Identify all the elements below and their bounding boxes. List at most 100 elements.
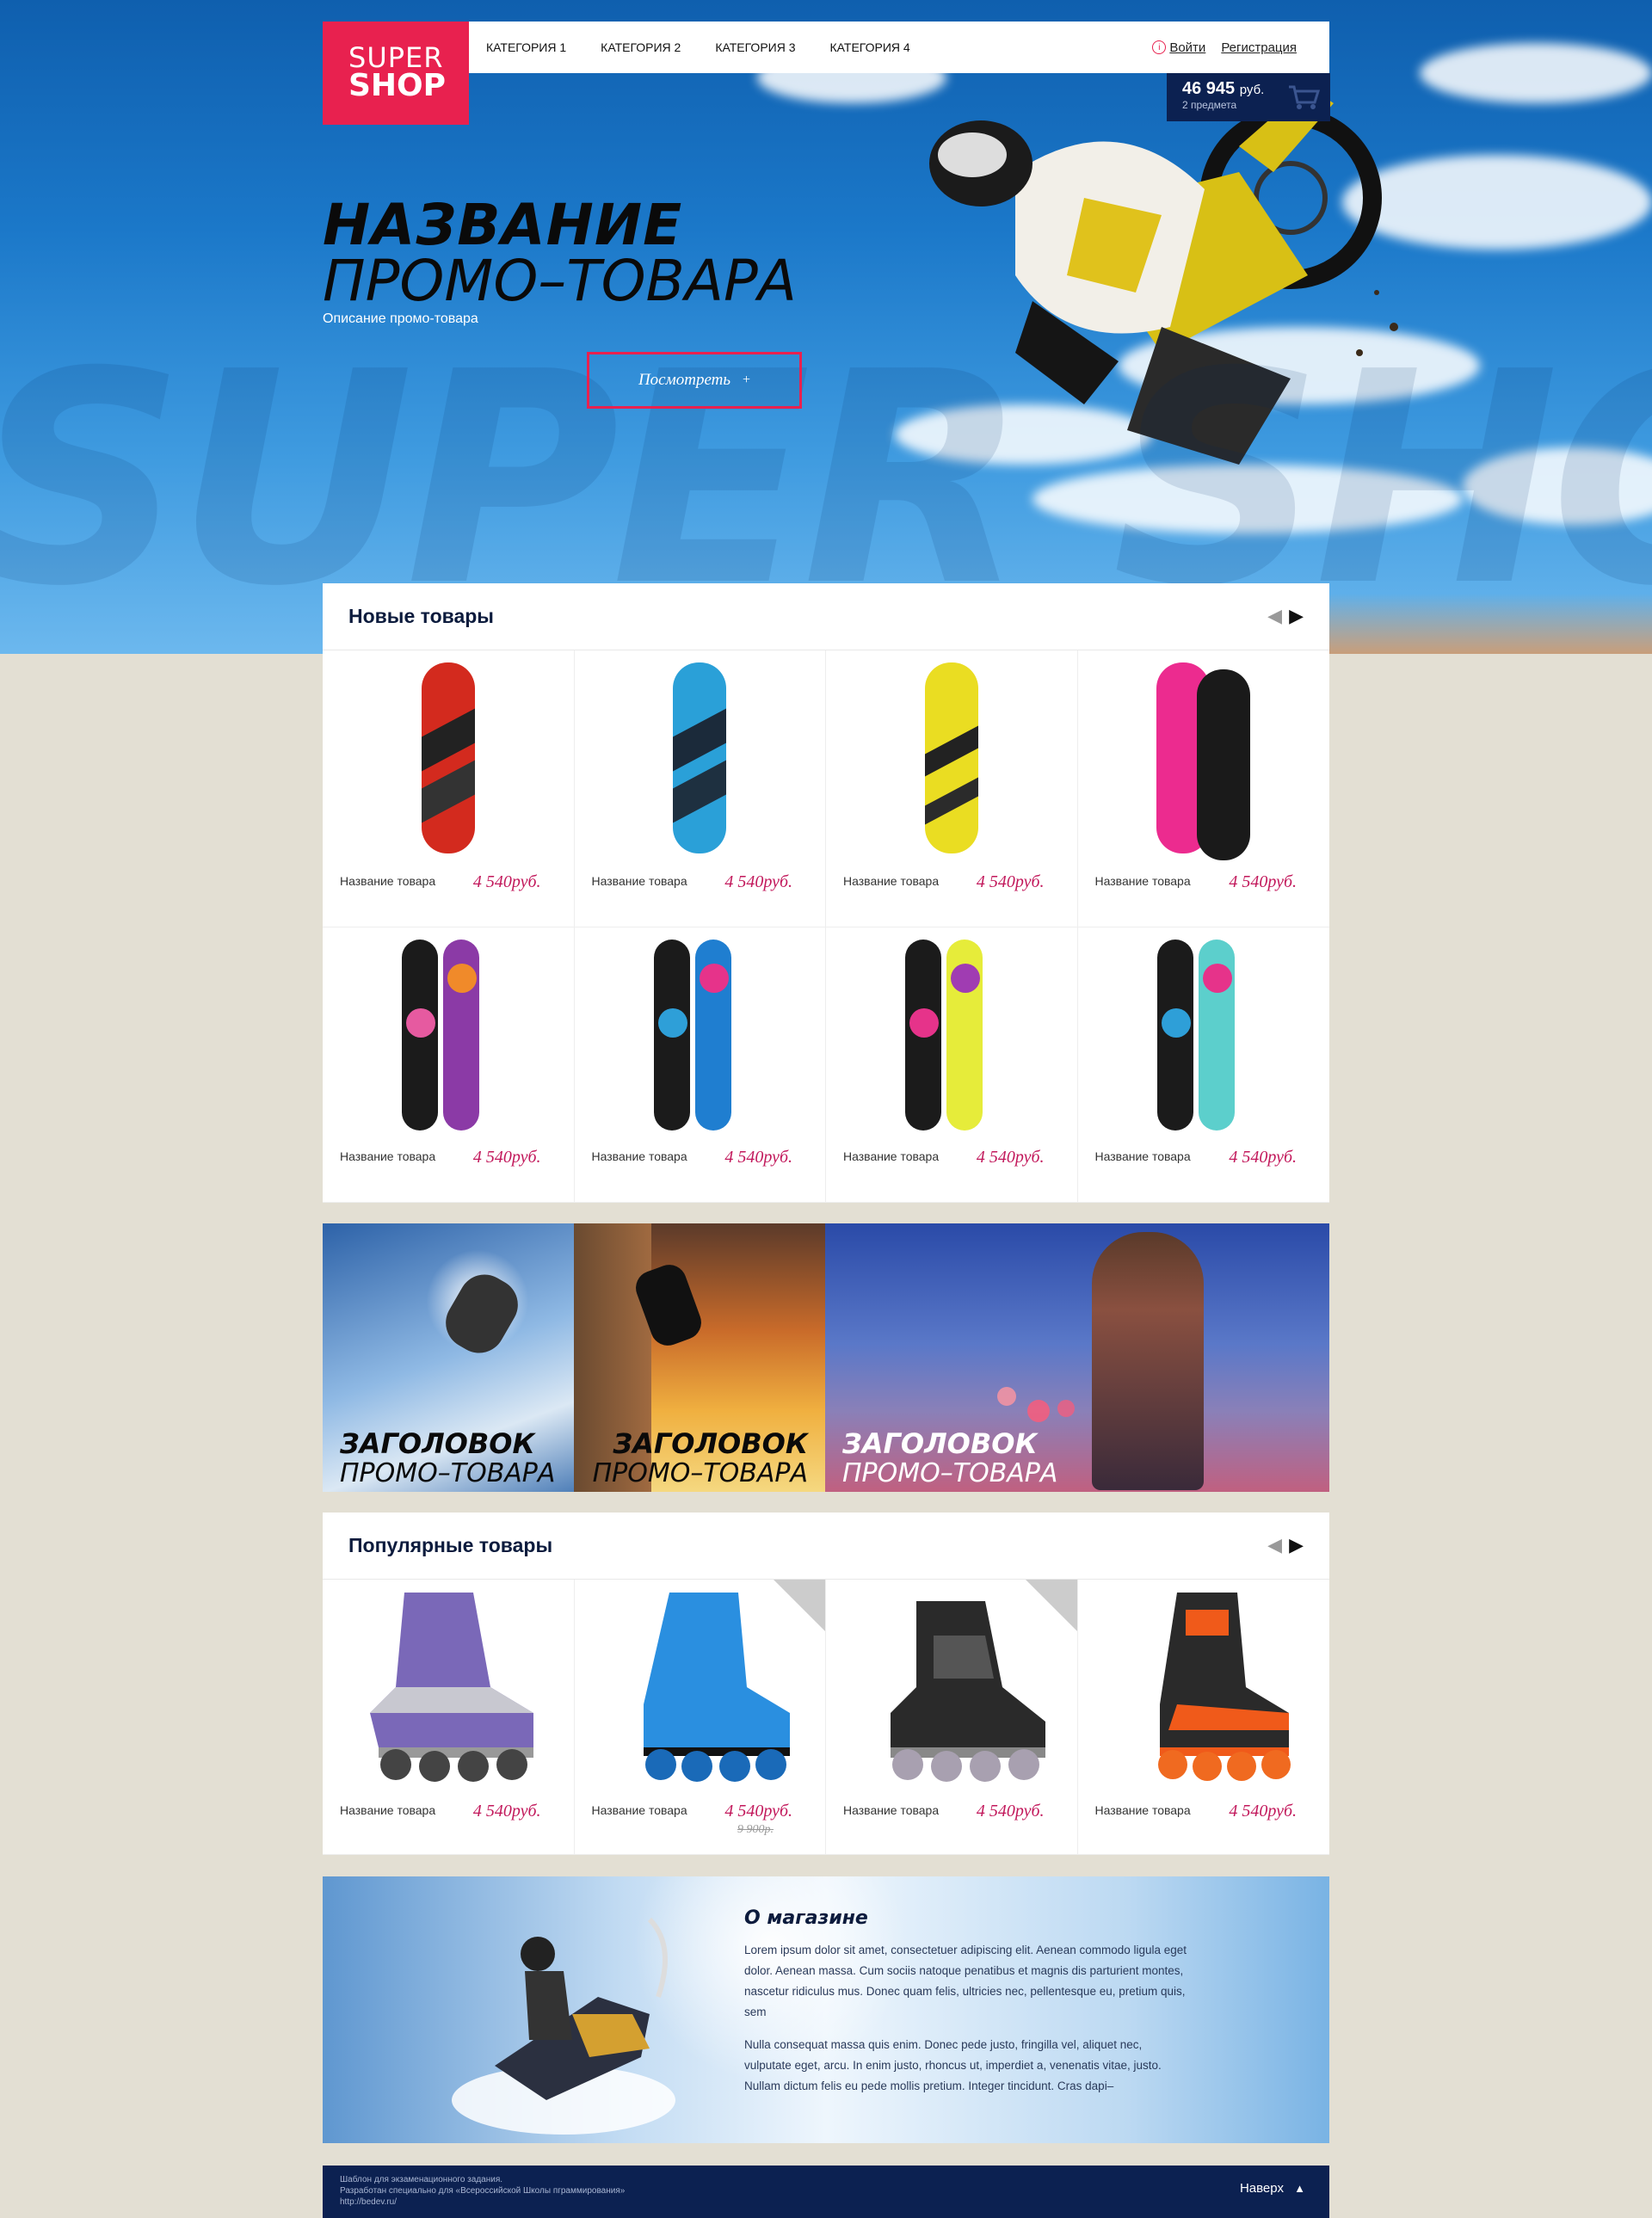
top-navigation: КАТЕГОРИЯ 1 КАТЕГОРИЯ 2 КАТЕГОРИЯ 3 КАТЕ… — [469, 22, 1329, 73]
product-price: 4 540руб. — [724, 872, 792, 891]
product-card[interactable]: Название товара 4 540руб. — [826, 650, 1078, 927]
product-price: 4 540руб. — [976, 1802, 1045, 1821]
product-name: Название товара — [340, 1803, 436, 1817]
banner-title: ЗАГОЛОВОК ПРОМО–ТОВАРА — [340, 1428, 555, 1488]
scroll-top-button[interactable]: Наверх ▲ — [1240, 2182, 1305, 2195]
promo-banners: ЗАГОЛОВОК ПРОМО–ТОВАРА ЗАГОЛОВОК ПРОМО–Т… — [323, 1223, 1329, 1492]
product-price: 4 540руб. — [724, 1148, 792, 1167]
popular-products-header: Популярные товары ◀ ▶ — [323, 1513, 1329, 1580]
snowboard-front — [443, 940, 479, 1131]
nav-category-4[interactable]: КАТЕГОРИЯ 4 — [830, 40, 910, 54]
prev-arrow-icon[interactable]: ◀ — [1267, 607, 1282, 626]
next-arrow-icon[interactable]: ▶ — [1289, 1536, 1304, 1556]
promo-banner-snowboard[interactable]: ЗАГОЛОВОК ПРОМО–ТОВАРА — [323, 1223, 574, 1492]
snowboard-back — [653, 940, 690, 1131]
product-name: Название товара — [843, 1149, 940, 1163]
nav-category-2[interactable]: КАТЕГОРИЯ 2 — [601, 40, 681, 54]
product-card[interactable]: Название товара 4 540руб. — [574, 927, 826, 1203]
product-card[interactable]: Название товара 4 540руб. — [1077, 1580, 1329, 1855]
product-card[interactable]: Название товара 4 540руб. — [826, 927, 1078, 1203]
new-products-header: Новые товары ◀ ▶ — [323, 583, 1329, 650]
product-name: Название товара — [340, 1149, 436, 1163]
rollerblade-black-image — [891, 1601, 1045, 1782]
product-name: Название товара — [1094, 1803, 1191, 1817]
prev-arrow-icon[interactable]: ◀ — [1267, 1536, 1282, 1556]
auth-links: i Войти Регистрация — [1152, 40, 1312, 55]
product-card[interactable]: Название товара 4 540руб. — [1077, 927, 1329, 1203]
nav-category-1[interactable]: КАТЕГОРИЯ 1 — [486, 40, 566, 54]
logo-line2: SHOP — [348, 68, 447, 103]
snowboard-back — [1156, 940, 1193, 1131]
product-price: 4 540руб. — [1229, 1802, 1297, 1821]
login-link[interactable]: Войти — [1169, 40, 1205, 55]
product-card[interactable]: Название товара 4 540руб. — [323, 927, 575, 1203]
next-arrow-icon[interactable]: ▶ — [1289, 607, 1304, 626]
cart-currency: руб. — [1239, 83, 1265, 97]
arrow-up-icon: ▲ — [1294, 2182, 1305, 2195]
snowboard-back — [905, 940, 941, 1131]
banner-title: ЗАГОЛОВОК ПРОМО–ТОВАРА — [593, 1428, 808, 1488]
product-old-price: 9 900р. — [737, 1823, 774, 1836]
promo-title-light: ПРОМО–ТОВАРА — [323, 248, 797, 314]
view-promo-label: Посмотреть — [638, 371, 731, 389]
product-name: Название товара — [1094, 1149, 1191, 1163]
new-products-panel: Новые товары ◀ ▶ Название товара 4 540ру… — [323, 583, 1329, 1203]
promo-banner-climbing[interactable]: ЗАГОЛОВОК ПРОМО–ТОВАРА — [574, 1223, 825, 1492]
nav-category-3[interactable]: КАТЕГОРИЯ 3 — [715, 40, 795, 54]
product-price: 4 540руб. — [1229, 1148, 1297, 1167]
rollerblade-blue-image — [643, 1593, 790, 1782]
product-price: 4 540руб. — [1229, 872, 1297, 891]
product-name: Название товара — [1094, 874, 1191, 888]
product-card[interactable]: Название товара 4 540руб. — [323, 650, 575, 927]
about-title: О магазине — [744, 1907, 868, 1929]
view-promo-button[interactable]: Посмотреть + — [587, 352, 802, 409]
register-link[interactable]: Регистрация — [1221, 40, 1297, 55]
plus-icon: + — [743, 373, 751, 387]
logo[interactable]: SUPER SHOP — [323, 22, 469, 125]
product-price: 4 540руб. — [472, 1148, 541, 1167]
snowboard-front — [946, 940, 983, 1131]
snowboard-back — [402, 940, 438, 1131]
product-name: Название товара — [591, 1149, 687, 1163]
wakeboard-blue-image — [673, 662, 727, 853]
product-name: Название товара — [591, 874, 687, 888]
product-card[interactable]: Название товара 4 540руб. — [323, 1580, 575, 1855]
new-products-title: Новые товары — [348, 605, 494, 627]
banner-title-bold: ЗАГОЛОВОК — [340, 1427, 535, 1460]
cloud-decoration — [1420, 43, 1652, 103]
wakeboard-pink-back — [1197, 669, 1251, 860]
product-card[interactable]: Название товара 4 540руб. — [826, 1580, 1078, 1855]
footer-link[interactable]: http://bedev.ru/ — [340, 2196, 1312, 2208]
hero-banner: SUPER SHOP — [0, 0, 1652, 654]
footer-line-2: Разработан специально для «Всероссийской… — [340, 2186, 626, 2196]
product-price: 4 540руб. — [472, 1802, 541, 1821]
about-paragraph-1: Lorem ipsum dolor sit amet, consectetuer… — [744, 1944, 1187, 2018]
carousel-arrows: ◀ ▶ — [1267, 1536, 1304, 1556]
snowboard-front — [694, 940, 731, 1131]
banner-title-bold: ЗАГОЛОВОК — [613, 1427, 808, 1460]
popular-products-grid: Название товара 4 540руб. Название товар… — [323, 1580, 1329, 1855]
banner-title-bold: ЗАГОЛОВОК — [842, 1427, 1038, 1460]
promo-title-bold: НАЗВАНИЕ — [323, 192, 683, 258]
product-price: 4 540руб. — [472, 872, 541, 891]
wakeboard-yellow-image — [924, 662, 978, 853]
banner-title-light: ПРОМО–ТОВАРА — [842, 1458, 1058, 1488]
popular-products-title: Популярные товары — [348, 1534, 553, 1556]
product-card[interactable]: Название товара 4 540руб. — [574, 650, 826, 927]
product-name: Название товара — [340, 874, 436, 888]
banner-title: ЗАГОЛОВОК ПРОМО–ТОВАРА — [842, 1428, 1057, 1488]
footer: Шаблон для экзаменационного задания. Раз… — [323, 2166, 1329, 2218]
product-price: 4 540руб. — [976, 1148, 1045, 1167]
snowmobile-rider-image — [452, 1917, 675, 2135]
promo-banner-longboard[interactable]: ЗАГОЛОВОК ПРОМО–ТОВАРА — [825, 1223, 1329, 1492]
product-name: Название товара — [591, 1803, 687, 1817]
about-paragraph-2: Nulla consequat massa quis enim. Donec p… — [744, 2038, 1162, 2092]
banner-title-light: ПРОМО–ТОВАРА — [340, 1458, 556, 1488]
cart-amount: 46 945 — [1182, 79, 1236, 98]
product-price: 4 540руб. — [976, 872, 1045, 891]
promo-description: Описание промо-товара — [323, 311, 478, 326]
product-card[interactable]: Название товара 4 540руб. — [1077, 650, 1329, 927]
cart-widget[interactable]: 46 945 руб. 2 предмета — [1167, 73, 1330, 121]
product-card[interactable]: Название товара 4 540руб. 9 900р. — [574, 1580, 826, 1855]
footer-line-1: Шаблон для экзаменационного задания. — [340, 2175, 503, 2184]
